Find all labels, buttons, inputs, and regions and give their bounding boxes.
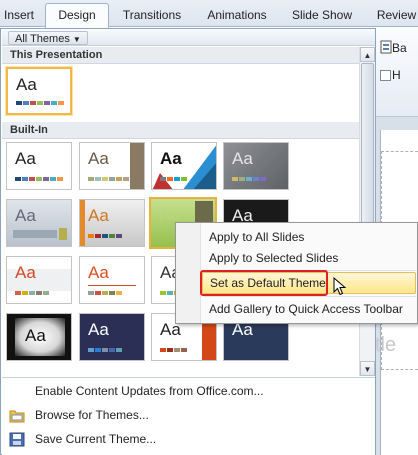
theme-thumb-text: Aa (88, 149, 109, 168)
tab-transitions[interactable]: Transitions (114, 5, 190, 27)
color-swatches (88, 177, 129, 181)
save-current-theme-label: Save Current Theme... (35, 432, 157, 446)
enable-content-updates-label: Enable Content Updates from Office.com..… (35, 384, 264, 398)
browse-themes-label: Browse for Themes... (35, 408, 149, 422)
theme-thumb-text: Aa (16, 75, 37, 94)
theme-thumb-clarity[interactable]: Aa (79, 256, 145, 304)
title-placeholder[interactable] (381, 151, 418, 229)
color-swatches (232, 177, 266, 181)
theme-filter-dropdown[interactable]: All Themes ▼ (8, 31, 88, 45)
hide-background-checkbox[interactable] (380, 70, 391, 81)
color-swatches (15, 291, 49, 295)
gallery-header: All Themes ▼ (2, 30, 375, 46)
theme-thumb-civic[interactable]: Aa (6, 256, 72, 304)
mouse-pointer-icon (333, 277, 347, 296)
apply-to-selected-slides-item[interactable]: Apply to Selected Slides (202, 247, 416, 269)
context-menu-gutter (176, 223, 201, 323)
color-swatches (15, 177, 63, 181)
theme-thumb-text: Aa (15, 149, 36, 168)
theme-thumb-adjacency[interactable]: Aa (79, 142, 145, 190)
background-styles-icon[interactable] (380, 40, 392, 54)
theme-thumb-apothecary[interactable]: Aa (6, 199, 72, 247)
tab-insert[interactable]: Insert (0, 5, 38, 27)
color-swatches (88, 234, 122, 238)
tab-review[interactable]: Review (375, 5, 418, 27)
theme-thumb-aspect[interactable]: Aa (79, 199, 145, 247)
theme-thumb-text: Aa (160, 149, 182, 168)
section-this-presentation: This Presentation (2, 47, 359, 64)
save-current-theme-item[interactable]: Save Current Theme... (2, 429, 375, 450)
folder-icon (9, 410, 25, 423)
color-swatches (88, 291, 122, 295)
theme-thumb-current[interactable]: Aa (6, 67, 72, 115)
theme-thumb-office[interactable]: Aa (6, 142, 72, 190)
theme-thumb-concourse[interactable]: Aa (6, 313, 72, 361)
color-swatches (16, 101, 64, 105)
section-built-in: Built-In (2, 122, 359, 139)
scroll-up-icon[interactable]: ▲ (360, 47, 375, 62)
apply-to-all-slides-item[interactable]: Apply to All Slides (202, 226, 416, 248)
tab-slide-show[interactable]: Slide Show (288, 5, 356, 27)
theme-thumb-elemental[interactable]: Aa (79, 313, 145, 361)
context-menu-separator (204, 296, 416, 297)
scroll-down-icon[interactable]: ▼ (360, 361, 375, 376)
color-swatches (160, 348, 187, 352)
gallery-footer: Enable Content Updates from Office.com..… (2, 377, 375, 455)
tab-design[interactable]: Design (45, 3, 109, 28)
theme-thumb-text: Aa (15, 263, 36, 282)
color-swatches (160, 177, 187, 181)
hide-background-label: H (392, 68, 401, 82)
scrollbar-thumb[interactable] (361, 63, 374, 231)
gallery-scrollbar[interactable]: ▲ ▼ (359, 47, 375, 376)
theme-thumb-text: Aa (25, 326, 46, 345)
theme-filter-label: All Themes (15, 33, 70, 45)
theme-thumb-text: Aa (88, 206, 109, 225)
theme-thumb-apex[interactable]: Aa (223, 142, 289, 190)
theme-thumb-text: Aa (88, 263, 109, 282)
placeholder-ghost-text: tle (375, 334, 397, 356)
theme-thumb-text: Aa (88, 320, 109, 339)
color-swatches (88, 348, 122, 352)
browse-themes-item[interactable]: Browse for Themes... (2, 405, 375, 426)
theme-thumb-angles[interactable]: Aa (151, 142, 217, 190)
chevron-down-icon: ▼ (72, 35, 81, 44)
theme-thumb-text: Aa (15, 206, 36, 225)
add-gallery-to-qat-item[interactable]: Add Gallery to Quick Access Toolbar (202, 298, 416, 320)
theme-thumb-text: Aa (232, 149, 253, 168)
background-styles-button[interactable]: Ba (392, 41, 407, 55)
tab-animations[interactable]: Animations (199, 5, 275, 27)
enable-content-updates-item[interactable]: Enable Content Updates from Office.com..… (2, 381, 375, 402)
save-icon (9, 432, 25, 447)
highlight-annotation (200, 270, 328, 296)
ribbon-tab-strip: Insert Design Transitions Animations Sli… (0, 0, 418, 28)
